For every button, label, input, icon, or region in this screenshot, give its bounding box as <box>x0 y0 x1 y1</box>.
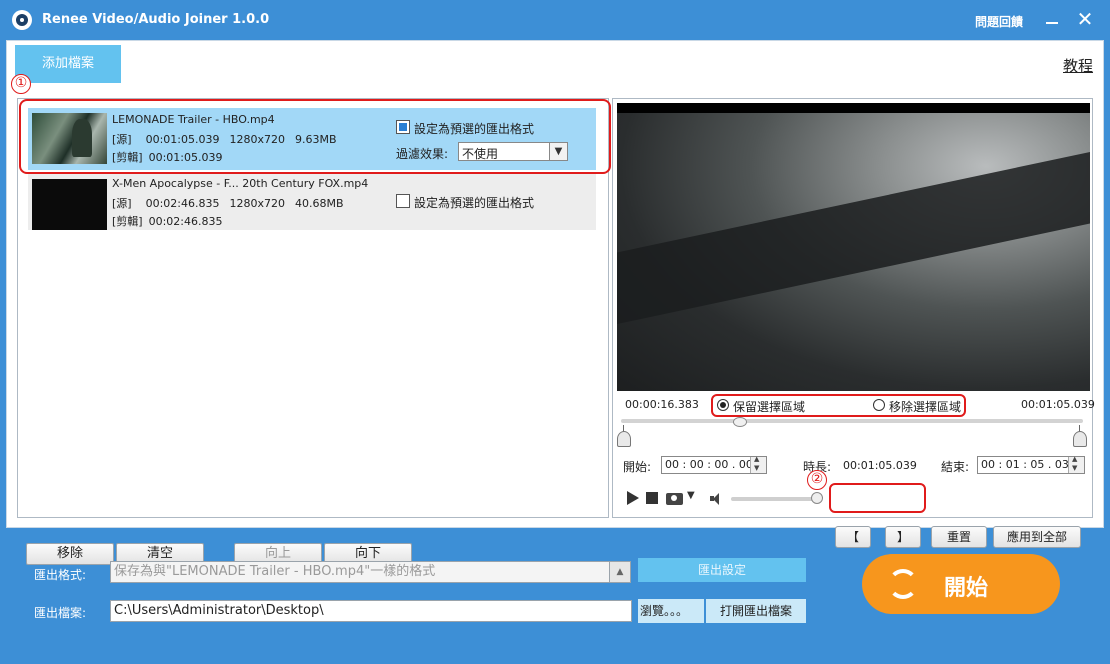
apply-all-button[interactable]: 應用到全部 <box>993 526 1081 548</box>
tutorial-link[interactable]: 教程 <box>1063 55 1093 76</box>
start-button-label: 開始 <box>944 576 989 601</box>
chevron-down-icon[interactable]: ▼ <box>687 490 695 501</box>
source-duration: 00:01:05.039 <box>145 133 220 146</box>
start-time-input[interactable]: 00 : 00 : 00 . 000 <box>661 455 767 474</box>
spin-arrows-icon[interactable] <box>750 455 766 473</box>
end-time-label: 結束: <box>941 460 970 474</box>
output-format-label: 匯出格式: <box>34 568 87 582</box>
file-name: X-Men Apocalypse - F... 20th Century FOX… <box>112 177 369 190</box>
preview-panel: 00:00:16.383 00:01:05.039 保留選擇區域 移除選擇區域 … <box>612 98 1095 548</box>
keep-region-radio[interactable] <box>717 399 729 411</box>
cut-duration: 00:01:05.039 <box>148 151 223 164</box>
callout-number-1: ① <box>11 74 31 94</box>
source-duration: 00:02:46.835 <box>145 197 220 210</box>
transition-label: 過濾效果: <box>396 147 449 161</box>
range-start-marker[interactable] <box>617 425 631 447</box>
close-icon[interactable]: ✕ <box>1074 6 1096 32</box>
cut-tag: [剪輯] <box>112 151 143 164</box>
remove-region-label: 移除選擇區域 <box>889 400 962 414</box>
source-tag: [源] <box>112 197 132 210</box>
region-mode-group: 保留選擇區域 移除選擇區域 <box>711 394 966 417</box>
video-thumbnail <box>32 113 107 164</box>
video-thumbnail <box>32 179 107 230</box>
keep-region-label: 保留選擇區域 <box>733 400 806 414</box>
current-time: 00:00:16.383 <box>625 398 699 411</box>
end-time-value: 00 : 01 : 05 . 039 <box>981 458 1076 471</box>
file-name: LEMONADE Trailer - HBO.mp4 <box>112 113 275 126</box>
preset-format-label: 設定為預選的匯出格式 <box>414 196 535 210</box>
feedback-link[interactable]: 問題回饋 <box>975 13 1023 30</box>
video-preview[interactable] <box>617 103 1090 391</box>
timeline-track[interactable] <box>621 419 1083 423</box>
chevron-down-icon[interactable]: ▼ <box>549 143 567 160</box>
minimize-icon[interactable] <box>1042 8 1062 30</box>
output-settings-button[interactable]: 匯出設定 <box>638 558 806 582</box>
source-tag: [源] <box>112 133 132 146</box>
source-info: [源] 00:02:46.835 1280x720 40.68MB <box>112 195 354 211</box>
callout-highlight-2 <box>829 483 926 513</box>
output-file-label: 匯出檔案: <box>34 606 87 620</box>
start-time-value: 00 : 00 : 00 . 000 <box>665 458 760 471</box>
cut-info: [剪輯] 00:01:05.039 <box>112 149 223 165</box>
set-end-button[interactable]: 】 <box>885 526 921 548</box>
resolution: 1280x720 <box>229 197 286 210</box>
start-button[interactable]: 開始 <box>862 554 1060 614</box>
set-start-button[interactable]: 【 <box>835 526 871 548</box>
resolution: 1280x720 <box>229 133 286 146</box>
output-format-field[interactable]: 保存為與"LEMONADE Trailer - HBO.mp4"一樣的格式 <box>110 561 610 583</box>
camera-icon[interactable] <box>666 493 683 505</box>
transition-value: 不使用 <box>462 147 499 161</box>
total-time: 00:01:05.039 <box>1021 398 1095 411</box>
add-file-button[interactable]: 添加檔案 <box>15 45 121 83</box>
output-file-field[interactable]: C:\Users\Administrator\Desktop\ <box>110 600 632 622</box>
app-title: Renee Video/Audio Joiner 1.0.0 <box>42 12 270 27</box>
file-size: 9.63MB <box>295 133 337 146</box>
volume-icon[interactable] <box>710 493 722 505</box>
cut-duration: 00:02:46.835 <box>148 215 223 228</box>
spin-arrows-icon[interactable] <box>1068 455 1084 473</box>
title-bar: Renee Video/Audio Joiner 1.0.0 問題回饋 ✕ <box>0 0 1110 40</box>
volume-slider[interactable] <box>731 497 819 501</box>
film-reel-icon <box>12 10 32 30</box>
end-time-input[interactable]: 00 : 01 : 05 . 039 <box>977 455 1085 474</box>
refresh-icon <box>888 569 918 599</box>
cut-tag: [剪輯] <box>112 215 143 228</box>
browse-button[interactable]: 瀏覽。。。 <box>638 599 704 623</box>
duration-value: 00:01:05.039 <box>843 459 917 472</box>
source-info: [源] 00:01:05.039 1280x720 9.63MB <box>112 131 347 147</box>
timeline-playhead[interactable] <box>733 417 747 427</box>
transition-select[interactable]: 不使用 ▼ <box>458 142 568 161</box>
preset-format-checkbox[interactable] <box>396 120 410 134</box>
remove-button[interactable]: 移除 <box>26 543 114 565</box>
reset-button[interactable]: 重置 <box>931 526 987 548</box>
file-row[interactable]: LEMONADE Trailer - HBO.mp4 [源] 00:01:05.0… <box>28 108 596 170</box>
volume-slider-handle[interactable] <box>811 492 823 504</box>
file-list: LEMONADE Trailer - HBO.mp4 [源] 00:01:05.0… <box>17 98 609 565</box>
play-icon[interactable] <box>627 491 639 505</box>
preset-format-label: 設定為預選的匯出格式 <box>414 122 535 136</box>
file-row[interactable]: X-Men Apocalypse - F... 20th Century FOX… <box>28 174 596 230</box>
stop-icon[interactable] <box>646 492 658 504</box>
open-output-folder-button[interactable]: 打開匯出檔案 <box>706 599 806 623</box>
range-end-marker[interactable] <box>1073 425 1087 447</box>
remove-region-radio[interactable] <box>873 399 885 411</box>
callout-number-2: ② <box>807 470 827 490</box>
file-size: 40.68MB <box>295 197 344 210</box>
preset-format-checkbox[interactable] <box>396 194 410 208</box>
start-time-label: 開始: <box>623 460 652 474</box>
chevron-up-icon[interactable]: ▲ <box>609 561 631 583</box>
main-panel: 添加檔案 教程 ① LEMONADE Trailer - HBO.mp4 [源]… <box>6 40 1104 565</box>
cut-info: [剪輯] 00:02:46.835 <box>112 213 223 229</box>
